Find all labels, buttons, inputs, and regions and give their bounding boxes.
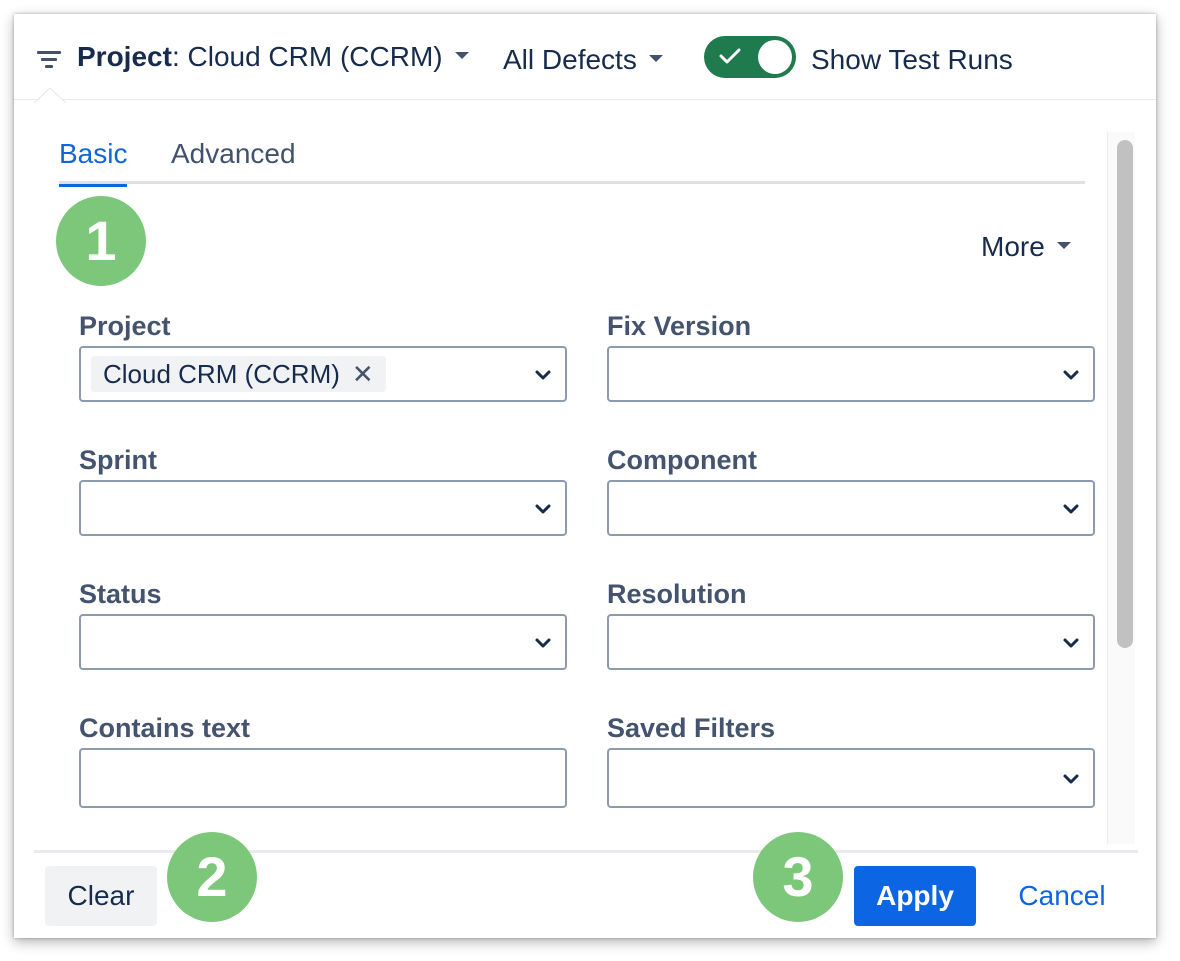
project-chip: Cloud CRM (CCRM) ✕ <box>91 356 386 392</box>
chevron-down-icon <box>1063 504 1079 514</box>
show-test-runs-toggle[interactable] <box>704 36 796 78</box>
defects-dropdown-label: All Defects <box>503 44 637 75</box>
status-field-label: Status <box>79 579 162 609</box>
check-icon <box>719 48 741 64</box>
chevron-down-icon <box>535 504 551 514</box>
clear-button[interactable]: Clear <box>45 866 157 926</box>
remove-chip-icon[interactable]: ✕ <box>352 356 374 392</box>
chevron-down-icon <box>1063 370 1079 380</box>
saved-filters-field-label: Saved Filters <box>607 713 776 743</box>
fix-version-field-label: Fix Version <box>607 311 752 341</box>
project-dropdown-label: Project <box>77 41 172 72</box>
sprint-select[interactable] <box>79 480 567 536</box>
saved-filters-select[interactable] <box>607 748 1095 808</box>
filter-window: Project: Cloud CRM (CCRM) All Defects Sh… <box>14 14 1156 938</box>
filter-panel: Basic Advanced 1 More Project Cloud CRM … <box>14 100 1156 938</box>
filter-tabs: Basic Advanced <box>59 136 1085 187</box>
chevron-down-icon <box>1063 638 1079 648</box>
contains-text-input[interactable] <box>79 748 567 808</box>
more-dropdown-label: More <box>981 231 1045 262</box>
chevron-down-icon <box>535 638 551 648</box>
component-field-label: Component <box>607 445 757 475</box>
chevron-down-icon <box>1063 774 1079 784</box>
step-badge-1: 1 <box>56 196 146 286</box>
more-dropdown[interactable]: More <box>981 230 1071 264</box>
project-dropdown-value: : Cloud CRM (CCRM) <box>171 41 443 72</box>
scrollbar-thumb[interactable] <box>1117 140 1133 648</box>
resolution-select[interactable] <box>607 614 1095 670</box>
contains-text-field-label: Contains text <box>79 713 251 743</box>
tab-basic[interactable]: Basic <box>59 136 128 187</box>
step-badge-2: 2 <box>167 832 257 922</box>
caret-down-icon <box>454 52 469 60</box>
show-test-runs-label: Show Test Runs <box>811 44 1013 75</box>
caret-down-icon <box>648 55 663 63</box>
caret-down-icon <box>1056 242 1071 250</box>
component-select[interactable] <box>607 480 1095 536</box>
apply-button[interactable]: Apply <box>854 866 976 926</box>
tab-advanced[interactable]: Advanced <box>171 136 296 172</box>
toggle-knob <box>758 40 792 74</box>
fix-version-select[interactable] <box>607 346 1095 402</box>
cancel-button[interactable]: Cancel <box>1004 866 1120 926</box>
status-select[interactable] <box>79 614 567 670</box>
step-badge-3: 3 <box>753 832 843 922</box>
project-field-label: Project <box>79 311 171 341</box>
project-chip-label: Cloud CRM (CCRM) <box>103 359 340 389</box>
defects-dropdown[interactable]: All Defects <box>503 43 663 77</box>
filter-lines-icon[interactable] <box>36 49 62 71</box>
project-select[interactable]: Cloud CRM (CCRM) ✕ <box>79 346 567 402</box>
resolution-field-label: Resolution <box>607 579 747 609</box>
filter-toolbar: Project: Cloud CRM (CCRM) All Defects Sh… <box>14 14 1156 103</box>
sprint-field-label: Sprint <box>79 445 157 475</box>
chevron-down-icon <box>535 370 551 380</box>
project-dropdown[interactable]: Project: Cloud CRM (CCRM) <box>77 40 469 80</box>
